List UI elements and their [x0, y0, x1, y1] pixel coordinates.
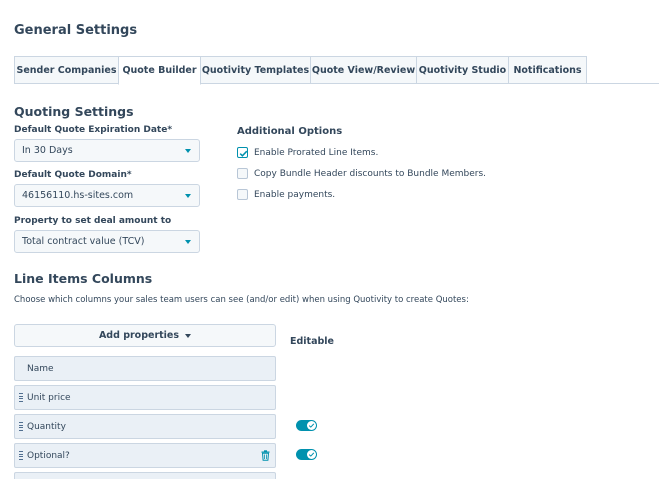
- checkbox-unchecked[interactable]: [237, 168, 248, 179]
- checkbox-unchecked[interactable]: [237, 189, 248, 200]
- line-items-description: Choose which columns your sales team use…: [14, 295, 469, 305]
- chevron-down-icon: [185, 194, 191, 198]
- column-label: Unit price: [27, 392, 71, 403]
- add-properties-label: Add properties: [98, 330, 180, 341]
- toggle-knob: [307, 421, 316, 430]
- chevron-down-icon: [185, 149, 191, 153]
- option-prorated-line-items[interactable]: Enable Prorated Line Items.: [237, 147, 378, 158]
- additional-options-title: Additional Options: [237, 126, 343, 137]
- deal-amount-label: Property to set deal amount to: [14, 216, 172, 226]
- line-items-title: Line Items Columns: [14, 271, 153, 286]
- drag-handle-icon[interactable]: [19, 393, 23, 404]
- toggle-knob: [307, 450, 316, 459]
- column-row-unit-price[interactable]: Unit price: [14, 385, 276, 410]
- trash-icon[interactable]: [261, 450, 270, 464]
- option-label: Copy Bundle Header discounts to Bundle M…: [254, 168, 487, 179]
- domain-value: 46156110.hs-sites.com: [22, 190, 134, 201]
- column-label: Quantity: [27, 421, 66, 432]
- drag-handle-icon[interactable]: [19, 451, 23, 462]
- column-label: Name: [27, 363, 54, 374]
- expiration-label: Default Quote Expiration Date*: [14, 125, 173, 135]
- add-properties-button[interactable]: Add properties: [14, 324, 276, 347]
- expiration-value: In 30 Days: [22, 145, 73, 156]
- tab-quote-view-review[interactable]: Quote View/Review: [310, 56, 417, 84]
- caret-down-icon: [185, 333, 192, 338]
- option-enable-payments[interactable]: Enable payments.: [237, 189, 335, 200]
- tab-notifications[interactable]: Notifications: [508, 56, 587, 84]
- option-label: Enable payments.: [254, 189, 336, 200]
- checkbox-checked[interactable]: [237, 147, 248, 158]
- editable-header: Editable: [290, 336, 334, 347]
- column-row-partial[interactable]: [14, 472, 276, 479]
- domain-label: Default Quote Domain*: [14, 170, 132, 180]
- deal-amount-value: Total contract value (TCV): [22, 236, 145, 247]
- tab-quotivity-templates[interactable]: Quotivity Templates: [200, 56, 311, 84]
- quoting-settings-title: Quoting Settings: [14, 104, 134, 119]
- tab-sender-companies[interactable]: Sender Companies: [14, 56, 119, 84]
- column-row-name: Name: [14, 356, 276, 381]
- column-row-optional[interactable]: Optional?: [14, 443, 276, 468]
- column-row-quantity[interactable]: Quantity: [14, 414, 276, 439]
- tab-quotivity-studio[interactable]: Quotivity Studio: [416, 56, 509, 84]
- tab-quote-builder[interactable]: Quote Builder: [118, 56, 201, 85]
- chevron-down-icon: [185, 240, 191, 244]
- domain-select[interactable]: 46156110.hs-sites.com: [14, 184, 200, 207]
- option-copy-bundle-discounts[interactable]: Copy Bundle Header discounts to Bundle M…: [237, 168, 486, 179]
- option-label: Enable Prorated Line Items.: [254, 147, 379, 158]
- settings-tabs: Sender Companies Quote Builder Quotivity…: [14, 56, 659, 85]
- page-title: General Settings: [14, 23, 138, 38]
- drag-handle-icon[interactable]: [19, 422, 23, 433]
- expiration-select[interactable]: In 30 Days: [14, 139, 200, 162]
- column-label: Optional?: [27, 450, 70, 461]
- editable-toggle-quantity[interactable]: [296, 420, 317, 431]
- deal-amount-select[interactable]: Total contract value (TCV): [14, 230, 200, 253]
- editable-toggle-optional[interactable]: [296, 449, 317, 460]
